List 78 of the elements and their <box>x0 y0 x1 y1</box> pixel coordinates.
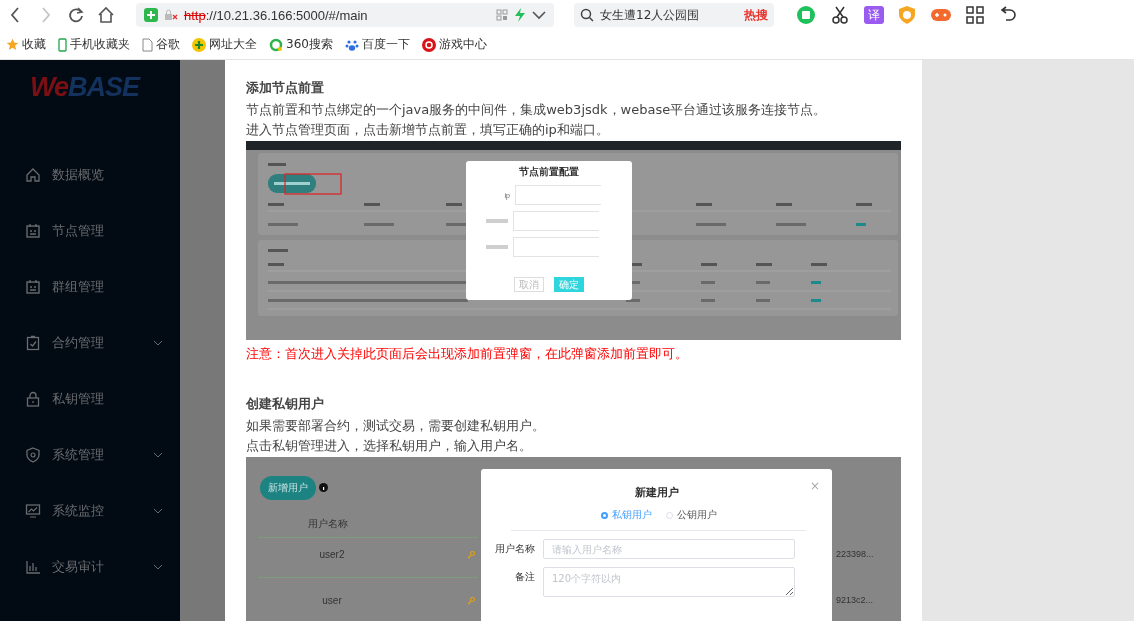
qr-code-icon[interactable] <box>496 9 508 21</box>
plus-icon <box>192 37 206 52</box>
gamepad-icon[interactable] <box>930 7 952 23</box>
reload-icon[interactable] <box>66 5 86 25</box>
paragraph: 如果需要部署合约，测试交易，需要创建私钥用户。 <box>246 417 546 435</box>
bookmark-item[interactable]: 网址大全 <box>192 36 257 53</box>
search-icon <box>580 8 594 22</box>
calendar-icon <box>25 223 41 239</box>
sidebar-item[interactable]: 节点管理 <box>0 203 180 259</box>
warning-note: 注意：首次进入关掉此页面后会出现添加前置弹窗，在此弹窗添加前置即可。 <box>246 345 689 363</box>
bookmark-item[interactable]: 游戏中心 <box>421 36 487 53</box>
chart-icon <box>25 559 41 575</box>
ip-field[interactable] <box>515 185 601 205</box>
chevron-down-icon <box>153 508 163 514</box>
paragraph: 点击私钥管理进入，选择私钥用户，输入用户名。 <box>246 437 533 455</box>
id-field[interactable] <box>513 237 599 257</box>
undo-icon[interactable] <box>998 6 1018 24</box>
sidebar-item[interactable]: 群组管理 <box>0 259 180 315</box>
trending-badge[interactable]: 热搜 <box>744 6 768 24</box>
table-cell: 223398... <box>836 549 874 559</box>
port-field[interactable] <box>513 211 599 231</box>
blurred-label-drawing <box>486 245 508 249</box>
paragraph: 节点前置和节点绑定的一个java服务的中间件，集成web3jsdk，webase平台通过该服务连接节点。 <box>246 101 828 119</box>
search-text: 女生遭12人公园围 <box>600 6 701 24</box>
bookmark-item[interactable]: 收藏 <box>6 36 46 53</box>
star-icon <box>6 38 19 51</box>
sidebar-item[interactable]: 交易审计 <box>0 539 180 595</box>
sidebar-item[interactable]: 系统管理 <box>0 427 180 483</box>
grid-icon[interactable] <box>966 6 984 24</box>
dialog-title: 新建用户 <box>633 485 680 500</box>
bookmark-item[interactable]: 百度一下 <box>344 36 410 53</box>
logo: WeBASE <box>30 72 140 103</box>
monitor-icon <box>25 503 41 519</box>
calendar-icon <box>25 279 41 295</box>
cancel-button[interactable]: 取消 <box>514 277 544 292</box>
radio-option[interactable]: 公钥用户 <box>665 508 717 522</box>
table-cell-text: user2 <box>318 549 346 560</box>
chevron-down-icon <box>153 564 163 570</box>
translate-icon[interactable]: 译 <box>864 6 884 24</box>
table-cell-text: user <box>321 595 343 606</box>
url-text: http://10.21.36.166:5000/#/main <box>184 7 368 23</box>
sidebar-item[interactable]: 私钥管理 <box>0 371 180 427</box>
scissors-icon[interactable] <box>830 5 850 25</box>
sidebar-item[interactable]: 合约管理 <box>0 315 180 371</box>
key-icon <box>467 551 475 559</box>
column-header: 用户名称 <box>308 517 348 531</box>
search-field[interactable]: 女生遭12人公园围 热搜 <box>574 3 774 27</box>
field-label: 用户名称 <box>494 542 536 556</box>
table-cell: 9213c2... <box>836 595 874 605</box>
bookmark-item[interactable]: 360搜索 <box>269 36 333 53</box>
lock-icon <box>25 391 41 407</box>
section-heading: 添加节点前置 <box>246 79 325 97</box>
page-icon <box>142 37 153 52</box>
blurred-label-drawing <box>486 219 508 223</box>
close-button[interactable]: × <box>809 479 820 493</box>
bookmark-item[interactable]: 谷歌 <box>142 36 180 53</box>
chevron-down-icon <box>153 340 163 346</box>
info-icon <box>319 483 328 492</box>
clipboard-icon <box>25 335 41 351</box>
radio-option[interactable]: 私钥用户 <box>600 508 652 522</box>
paragraph: 进入节点管理页面，点击新增节点前置，填写正确的ip和端口。 <box>246 121 610 139</box>
dialog-title: 节点前置配置 <box>519 165 579 179</box>
lightning-icon[interactable] <box>514 8 526 22</box>
add-user-button[interactable]: 新增用户 <box>260 476 316 500</box>
chevron-down-icon <box>153 452 163 458</box>
home-icon <box>25 167 41 183</box>
insecure-lock-icon <box>164 9 178 21</box>
phone-icon <box>58 37 67 52</box>
key-icon <box>467 597 475 605</box>
sidebar-item[interactable]: 数据概览 <box>0 147 180 203</box>
section-heading: 创建私钥用户 <box>246 395 325 413</box>
bookmark-item[interactable]: 手机收藏夹 <box>58 36 130 53</box>
ring-icon <box>269 37 283 52</box>
sidebar-item[interactable]: 系统监控 <box>0 483 180 539</box>
home-icon[interactable] <box>96 5 116 25</box>
address-bar[interactable]: http://10.21.36.166:5000/#/main <box>136 3 554 27</box>
field-label: 备注 <box>514 570 536 584</box>
chevron-down-icon[interactable] <box>532 10 546 20</box>
